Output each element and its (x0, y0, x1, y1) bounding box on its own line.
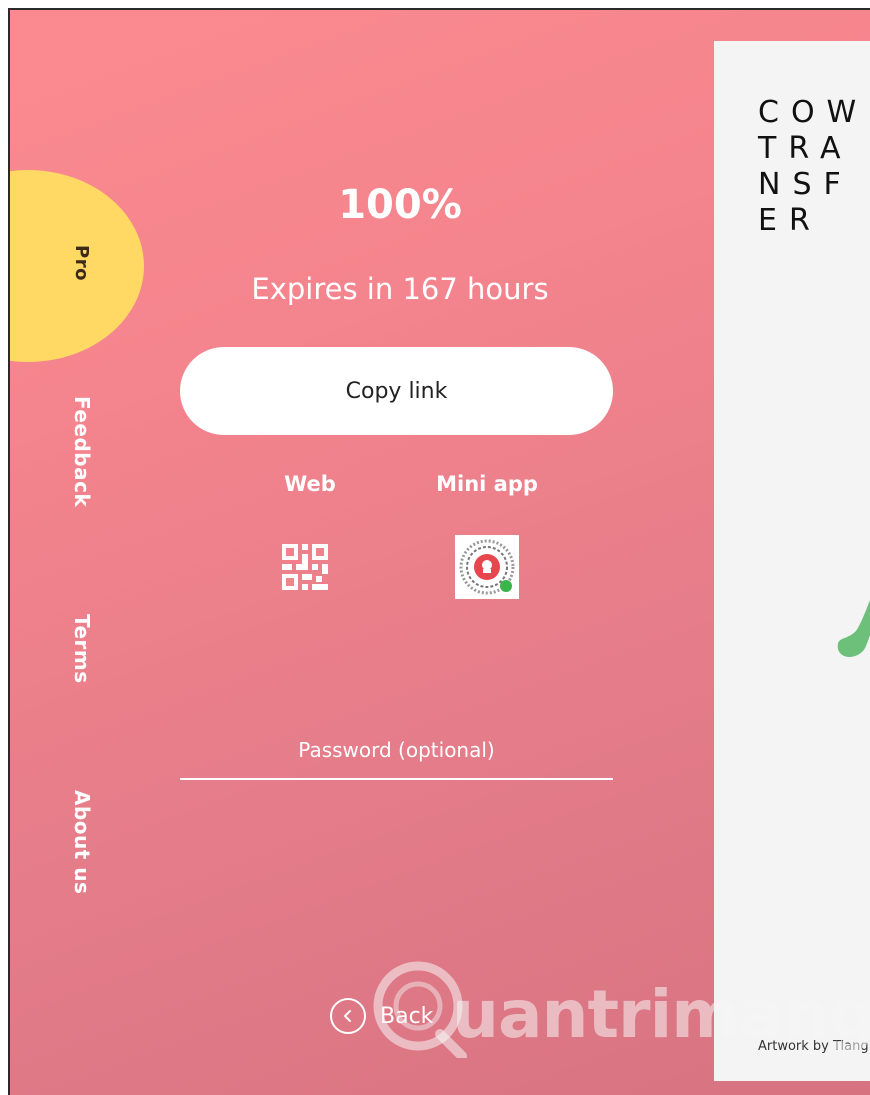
expiry-text: Expires in 167 hours (251, 272, 549, 306)
sidebar-item-about-us[interactable]: About us (70, 790, 94, 894)
cowtransfer-logo: COW TRA NSF ER (758, 95, 868, 239)
logo-line: ER (758, 203, 822, 238)
mini-app-code-icon[interactable] (455, 535, 519, 599)
artwork-credit: Artwork by Tiang (758, 1039, 869, 1054)
sidebar-item-pro[interactable]: Pro (71, 245, 92, 281)
logo-line: COW (758, 95, 869, 130)
sidebar-item-terms[interactable]: Terms (70, 614, 94, 684)
web-label: Web (284, 472, 336, 496)
app-frame: Pro Feedback Terms About us 100% Expires… (8, 8, 870, 1095)
artwork-illustration (837, 600, 870, 657)
sidebar-item-feedback[interactable]: Feedback (70, 396, 94, 507)
artwork-card: COW TRA NSF ER Artwork by Tiang (714, 41, 870, 1081)
qr-code-icon[interactable] (280, 542, 330, 592)
logo-line: TRA (758, 131, 853, 166)
password-field-wrapper (180, 730, 613, 780)
chevron-left-icon (330, 998, 366, 1034)
progress-percentage: 100% (338, 182, 462, 228)
back-label: Back (380, 1003, 434, 1029)
mini-app-label: Mini app (436, 472, 538, 496)
back-button[interactable]: Back (330, 998, 433, 1034)
logo-line: NSF (758, 167, 853, 202)
copy-link-button[interactable]: Copy link (180, 347, 613, 435)
password-input[interactable] (180, 730, 613, 780)
